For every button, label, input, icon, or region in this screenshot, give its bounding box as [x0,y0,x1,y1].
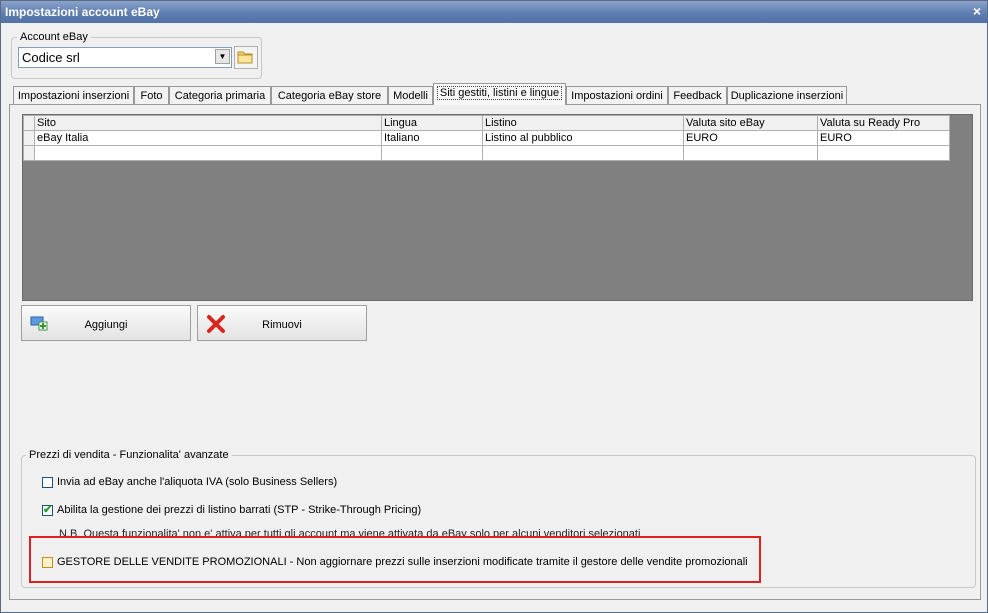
cell-listino[interactable]: Listino al pubblico [482,130,684,146]
table-header-row: Sito Lingua Listino Valuta sito eBay Val… [23,115,950,131]
stp-note: N.B. Questa funzionalita' non e' attiva … [59,528,641,536]
add-button[interactable]: Aggiungi [21,305,191,341]
account-select-value: Codice srl [22,50,80,65]
column-header-valuta-sito[interactable]: Valuta sito eBay [683,115,818,131]
stp-checkbox-label: Abilita la gestione dei prezzi di listin… [57,504,422,516]
chevron-down-icon[interactable]: ▼ [215,49,230,64]
cell-lingua[interactable] [381,145,483,161]
open-folder-button[interactable] [234,46,258,69]
column-header-lingua[interactable]: Lingua [381,115,483,131]
remove-button-label: Rimuovi [262,319,302,331]
row-indicator [23,145,35,161]
checkmark-icon: ✔ [43,504,53,516]
stp-checkbox[interactable]: ✔ [42,504,53,516]
folder-icon [237,51,253,64]
vat-checkbox[interactable] [42,477,53,488]
cell-lingua[interactable]: Italiano [381,130,483,146]
row-indicator-header [23,115,35,131]
tab-impostazioni-ordini[interactable]: Impostazioni ordini [566,86,668,104]
table-row-new[interactable] [23,145,950,161]
cell-valuta-ready-pro[interactable]: EURO [817,130,950,146]
cell-valuta-sito[interactable]: EURO [683,130,818,146]
cell-valuta-sito[interactable] [683,145,818,161]
cell-sito[interactable]: eBay Italia [34,130,382,146]
column-header-sito[interactable]: Sito [34,115,382,131]
add-button-label: Aggiungi [84,319,128,331]
sites-table: Sito Lingua Listino Valuta sito eBay Val… [23,115,950,161]
tab-impostazioni-inserzioni[interactable]: Impostazioni inserzioni [13,86,134,104]
tab-siti-gestiti[interactable]: Siti gestiti, listini e lingue [433,83,566,105]
tab-categoria-primaria[interactable]: Categoria primaria [169,86,271,104]
vat-checkbox-label: Invia ad eBay anche l'aliquota IVA (solo… [57,476,338,488]
table-row[interactable]: eBay Italia Italiano Listino al pubblico… [23,130,950,146]
tab-modelli[interactable]: Modelli [388,86,433,104]
cell-sito[interactable] [34,145,382,161]
account-select[interactable]: Codice srl ▼ [18,47,232,68]
tab-categoria-ebay-store[interactable]: Categoria eBay store [271,86,388,104]
title-bar: Impostazioni account eBay × [1,1,987,23]
tab-foto[interactable]: Foto [134,86,169,104]
cell-valuta-ready-pro[interactable] [817,145,950,161]
highlight-box [29,536,761,583]
window-title: Impostazioni account eBay [5,5,160,19]
account-group-label: Account eBay [17,31,91,43]
remove-button[interactable]: Rimuovi [197,305,367,341]
settings-window: Impostazioni account eBay × Account eBay… [0,0,988,613]
close-icon[interactable]: × [973,3,981,19]
tab-duplicazione-inserzioni[interactable]: Duplicazione inserzioni [727,86,847,104]
advanced-pricing-group-label: Prezzi di vendita - Funzionalita' avanza… [26,449,232,461]
tab-feedback[interactable]: Feedback [668,86,727,104]
column-header-valuta-ready-pro[interactable]: Valuta su Ready Pro [817,115,950,131]
cell-listino[interactable] [482,145,684,161]
column-header-listino[interactable]: Listino [482,115,684,131]
row-indicator [23,130,35,146]
sites-grid[interactable]: Sito Lingua Listino Valuta sito eBay Val… [22,114,973,301]
